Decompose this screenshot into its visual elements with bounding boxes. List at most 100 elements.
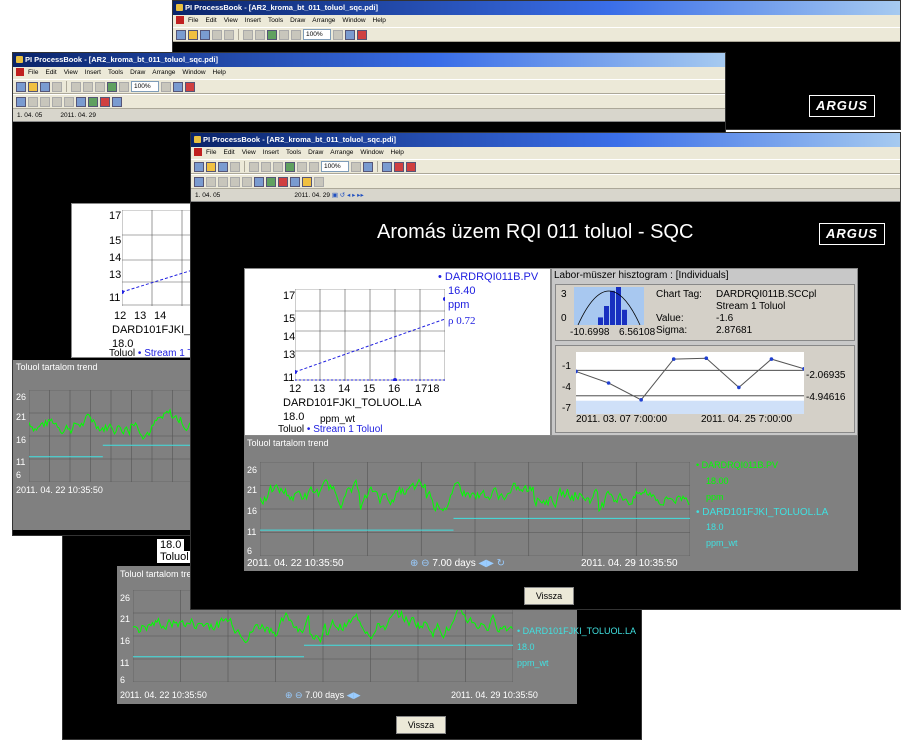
forward-icon[interactable] — [309, 161, 319, 172]
image-icon[interactable] — [302, 176, 312, 187]
copy-icon[interactable] — [249, 161, 259, 172]
menu-help[interactable]: Help — [213, 69, 226, 76]
zoom-in-out-icon[interactable]: ⊕ ⊖ — [410, 558, 430, 569]
mid-time-nav[interactable]: 1. 04. 05 2011. 04. 29 — [13, 109, 725, 122]
rect-icon[interactable] — [218, 176, 228, 187]
menu-help[interactable]: Help — [373, 17, 386, 24]
trend-icon[interactable] — [254, 176, 264, 187]
lower-span-control[interactable]: ⊕ ⊖ 7.00 days ◀▶ — [285, 690, 361, 701]
menu-draw[interactable]: Draw — [290, 17, 305, 24]
copy-icon[interactable] — [71, 81, 81, 92]
xy-plot-icon[interactable] — [266, 176, 276, 187]
paste-icon[interactable] — [255, 29, 265, 40]
display-icon[interactable] — [382, 161, 392, 172]
run-icon[interactable] — [285, 161, 295, 172]
menu-edit[interactable]: Edit — [45, 69, 56, 76]
trend-icon[interactable] — [76, 96, 86, 107]
ellipse-icon[interactable] — [230, 176, 240, 187]
back-icon[interactable] — [297, 161, 307, 172]
cut-icon[interactable] — [224, 29, 234, 40]
paste-icon[interactable] — [261, 161, 271, 172]
menu-window[interactable]: Window — [342, 17, 365, 24]
menu-file[interactable]: File — [206, 149, 216, 156]
back-icon[interactable] — [119, 81, 129, 92]
polygon-icon[interactable] — [242, 176, 252, 187]
menu-insert[interactable]: Insert — [85, 69, 101, 76]
menu-tools[interactable]: Tools — [286, 149, 301, 156]
vissza-button[interactable]: Vissza — [524, 587, 574, 605]
front-time-nav[interactable]: 1. 04. 05 2011. 04. 29 ▣ ↺ ◂ ▸ ▸▸ — [191, 189, 900, 202]
menu-window[interactable]: Window — [182, 69, 205, 76]
menu-window[interactable]: Window — [360, 149, 383, 156]
line-icon[interactable] — [206, 176, 216, 187]
zoom-select[interactable]: 100% — [321, 161, 349, 172]
new-icon[interactable] — [176, 29, 186, 40]
paste-icon[interactable] — [83, 81, 93, 92]
menu-help[interactable]: Help — [391, 149, 404, 156]
back-icon[interactable] — [279, 29, 289, 40]
span-control[interactable]: ⊕ ⊖ 7.00 days ◀▶ ↻ — [410, 558, 505, 569]
rect-icon[interactable] — [40, 96, 50, 107]
chart-icon[interactable] — [185, 81, 195, 92]
open-icon[interactable] — [28, 81, 38, 92]
scroll-arrows-icon[interactable]: ◀▶ — [478, 558, 493, 569]
run-icon[interactable] — [107, 81, 117, 92]
xy-icon[interactable] — [406, 161, 416, 172]
refresh-icon[interactable]: ↻ — [497, 558, 505, 569]
back-window-titlebar[interactable]: PI ProcessBook - [AR2_kroma_bt_011_toluo… — [173, 1, 900, 15]
mid-window-titlebar[interactable]: PI ProcessBook - [AR2_kroma_bt_011_toluo… — [13, 53, 725, 67]
open-icon[interactable] — [206, 161, 216, 172]
pointer-icon[interactable] — [16, 96, 26, 107]
ellipse-icon[interactable] — [52, 96, 62, 107]
new-icon[interactable] — [16, 81, 26, 92]
symbol-icon[interactable] — [314, 176, 324, 187]
chart-icon[interactable] — [394, 161, 404, 172]
find-icon[interactable] — [333, 29, 343, 40]
zoom-select[interactable]: 100% — [131, 81, 159, 92]
menu-view[interactable]: View — [64, 69, 78, 76]
menu-tools[interactable]: Tools — [268, 17, 283, 24]
menu-view[interactable]: View — [242, 149, 256, 156]
copy-icon[interactable] — [243, 29, 253, 40]
menu-tools[interactable]: Tools — [108, 69, 123, 76]
undo-icon[interactable] — [95, 81, 105, 92]
lower-vissza-button[interactable]: Vissza — [396, 716, 446, 734]
menu-arrange[interactable]: Arrange — [312, 17, 335, 24]
new-icon[interactable] — [194, 161, 204, 172]
bar-icon[interactable] — [100, 96, 110, 107]
front-window-titlebar[interactable]: PI ProcessBook - [AR2_kroma_bt_011_toluo… — [191, 133, 900, 147]
value-icon[interactable] — [112, 96, 122, 107]
menu-insert[interactable]: Insert — [245, 17, 261, 24]
menu-view[interactable]: View — [224, 17, 238, 24]
line-icon[interactable] — [28, 96, 38, 107]
open-icon[interactable] — [188, 29, 198, 40]
print-icon[interactable] — [230, 161, 240, 172]
xy-plot-icon[interactable] — [88, 96, 98, 107]
forward-icon[interactable] — [291, 29, 301, 40]
help-icon[interactable] — [345, 29, 355, 40]
menu-edit[interactable]: Edit — [205, 17, 216, 24]
bar-icon[interactable] — [278, 176, 288, 187]
help-icon[interactable] — [173, 81, 183, 92]
print-icon[interactable] — [212, 29, 222, 40]
undo-icon[interactable] — [273, 161, 283, 172]
value-icon[interactable] — [290, 176, 300, 187]
save-icon[interactable] — [218, 161, 228, 172]
chart-icon[interactable] — [357, 29, 367, 40]
help-icon[interactable] — [363, 161, 373, 172]
menu-file[interactable]: File — [28, 69, 38, 76]
find-icon[interactable] — [351, 161, 361, 172]
save-icon[interactable] — [40, 81, 50, 92]
menu-arrange[interactable]: Arrange — [330, 149, 353, 156]
menu-insert[interactable]: Insert — [263, 149, 279, 156]
polygon-icon[interactable] — [64, 96, 74, 107]
save-icon[interactable] — [200, 29, 210, 40]
menu-edit[interactable]: Edit — [223, 149, 234, 156]
menu-file[interactable]: File — [188, 17, 198, 24]
menu-draw[interactable]: Draw — [308, 149, 323, 156]
menu-arrange[interactable]: Arrange — [152, 69, 175, 76]
find-icon[interactable] — [161, 81, 171, 92]
menu-draw[interactable]: Draw — [130, 69, 145, 76]
run-icon[interactable] — [267, 29, 277, 40]
zoom-select[interactable]: 100% — [303, 29, 331, 40]
